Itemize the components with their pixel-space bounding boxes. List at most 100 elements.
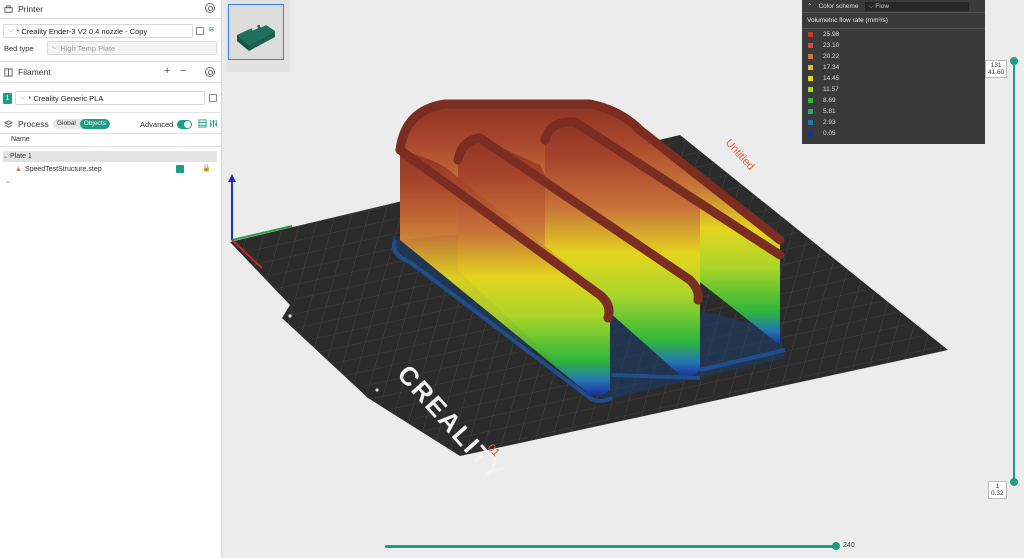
legend-swatch xyxy=(808,98,813,103)
legend-item: 14.45 xyxy=(802,73,985,84)
legend-value: 17.34 xyxy=(823,64,840,71)
compare-icon[interactable] xyxy=(198,119,207,128)
legend-swatch xyxy=(808,32,813,37)
filament-slot-badge[interactable]: 1 xyxy=(3,93,12,104)
printer-title: Printer xyxy=(18,4,44,14)
color-scheme-bar: ⌃ Color scheme ⌵ Flow xyxy=(802,0,985,13)
object-visible-checkbox[interactable] xyxy=(176,165,184,173)
chevron-down-icon: ⌵ xyxy=(20,94,26,101)
legend-swatch xyxy=(808,65,813,70)
expand-chevron-icon[interactable]: ⌄ xyxy=(5,177,11,185)
filament-section-header: Filament + − xyxy=(0,63,222,81)
move-slider-handle[interactable] xyxy=(832,542,840,550)
object-name: SpeedTestStructure.step xyxy=(24,166,102,173)
tab-objects[interactable]: Objects xyxy=(79,119,110,129)
move-slider-track[interactable] xyxy=(385,545,837,548)
legend-item: 0.05 xyxy=(802,128,985,139)
legend-item: 25.98 xyxy=(802,29,985,40)
bed-type-select[interactable]: ⌵ High Temp Plate xyxy=(47,41,217,55)
legend-swatch xyxy=(808,120,813,125)
wifi-icon[interactable]: ≋ xyxy=(208,25,215,34)
color-scheme-select[interactable]: ⌵ Flow xyxy=(864,1,969,11)
object-row[interactable]: ▲ SpeedTestStructure.step 🔒 xyxy=(3,164,217,175)
layer-bottom-label: 1 0.32 xyxy=(988,481,1007,499)
legend-swatch xyxy=(808,54,813,59)
chevron-down-icon: ⌵ xyxy=(8,27,14,34)
tune-icon[interactable] xyxy=(209,119,218,128)
divider xyxy=(0,146,222,147)
legend-items: 25.98 23.10 20.22 17.34 14.45 11.57 8.69 5.81 2.… xyxy=(802,29,985,139)
layer-bottom-number: 1 xyxy=(995,483,1000,490)
remove-filament-icon[interactable]: − xyxy=(180,65,186,77)
legend-swatch xyxy=(808,131,813,136)
printer-edit-icon[interactable] xyxy=(196,27,204,35)
legend-item: 8.69 xyxy=(802,95,985,106)
plate-thumbnail[interactable] xyxy=(228,4,284,60)
divider xyxy=(0,133,222,134)
divider xyxy=(0,18,222,19)
legend-item: 11.57 xyxy=(802,84,985,95)
printer-settings-gear-icon[interactable] xyxy=(205,3,215,13)
legend-value: 8.69 xyxy=(823,97,836,104)
layer-slider-track[interactable] xyxy=(1013,64,1015,482)
warning-icon[interactable]: ▲ xyxy=(15,166,22,173)
legend-value: 23.10 xyxy=(823,42,840,49)
legend-swatch xyxy=(808,43,813,48)
color-scheme-label: Color scheme xyxy=(818,2,859,10)
bed-type-value: High Temp Plate xyxy=(60,43,116,53)
process-title: Process xyxy=(18,119,49,129)
color-scheme-legend: ⌃ Color scheme ⌵ Flow Volumetric flow ra… xyxy=(802,0,985,144)
printer-section-header: Printer xyxy=(0,0,222,18)
printer-preset-select[interactable]: ⌵ * Creality Ender-3 V2 0.4 nozzle - Cop… xyxy=(3,24,193,38)
legend-item: 17.34 xyxy=(802,62,985,73)
filament-preset-select[interactable]: ⌵ * Creality Generic PLA xyxy=(15,91,205,105)
column-name-header: Name xyxy=(11,136,30,143)
printer-preset-value: * Creality Ender-3 V2 0.4 nozzle - Copy xyxy=(16,26,148,36)
layer-top-height: 41.60 xyxy=(988,69,1005,76)
filament-title: Filament xyxy=(18,67,51,77)
plate-thumbnail-model-icon xyxy=(237,21,275,51)
filament-edit-icon[interactable] xyxy=(209,94,217,102)
legend-value: 5.81 xyxy=(823,108,836,115)
add-filament-icon[interactable]: + xyxy=(164,65,170,77)
filament-icon xyxy=(4,67,13,77)
bed-type-label: Bed type xyxy=(4,44,34,53)
advanced-toggle[interactable] xyxy=(177,120,192,129)
legend-value: 25.98 xyxy=(823,31,840,38)
divider xyxy=(0,82,222,83)
filament-preset-value: * Creality Generic PLA xyxy=(28,93,104,103)
chevron-down-icon: ⌵ xyxy=(52,44,58,51)
legend-swatch xyxy=(808,109,813,114)
legend-value: 0.05 xyxy=(823,130,836,137)
plate-row[interactable]: ⌄ Plate 1 xyxy=(3,151,217,162)
layer-slider-top-handle[interactable] xyxy=(1010,57,1018,65)
printer-icon xyxy=(4,4,13,13)
divider xyxy=(0,61,222,62)
legend-value: 20.22 xyxy=(823,53,840,60)
legend-item: 23.10 xyxy=(802,40,985,51)
sidebar: Printer ⌵ * Creality Ender-3 V2 0.4 nozz… xyxy=(0,0,222,558)
layer-top-label: 131 41.60 xyxy=(985,60,1008,78)
plate-name-label: Untitled xyxy=(723,137,757,173)
bed-hole xyxy=(288,314,292,318)
process-scope-toggle[interactable]: Global Objects xyxy=(53,119,110,129)
tab-global[interactable]: Global xyxy=(53,119,80,129)
legend-value: 2.93 xyxy=(823,119,836,126)
color-scheme-value: Flow xyxy=(875,2,890,10)
process-layers-icon xyxy=(4,119,13,128)
legend-item: 2.93 xyxy=(802,117,985,128)
layer-bottom-height: 0.32 xyxy=(991,490,1004,497)
legend-item: 5.81 xyxy=(802,106,985,117)
legend-item: 20.22 xyxy=(802,51,985,62)
divider xyxy=(0,112,222,113)
advanced-label: Advanced xyxy=(140,120,174,129)
plate-label: Plate 1 xyxy=(10,153,32,160)
move-slider-value: 240 xyxy=(843,542,855,549)
layer-slider-bottom-handle[interactable] xyxy=(1010,478,1018,486)
collapse-chevron-icon[interactable]: ⌃ xyxy=(807,2,812,10)
filament-settings-gear-icon[interactable] xyxy=(205,67,215,77)
bed-hole xyxy=(375,388,379,392)
chevron-down-icon: ⌄ xyxy=(3,154,9,160)
legend-swatch xyxy=(808,87,813,92)
lock-icon[interactable]: 🔒 xyxy=(202,164,211,172)
